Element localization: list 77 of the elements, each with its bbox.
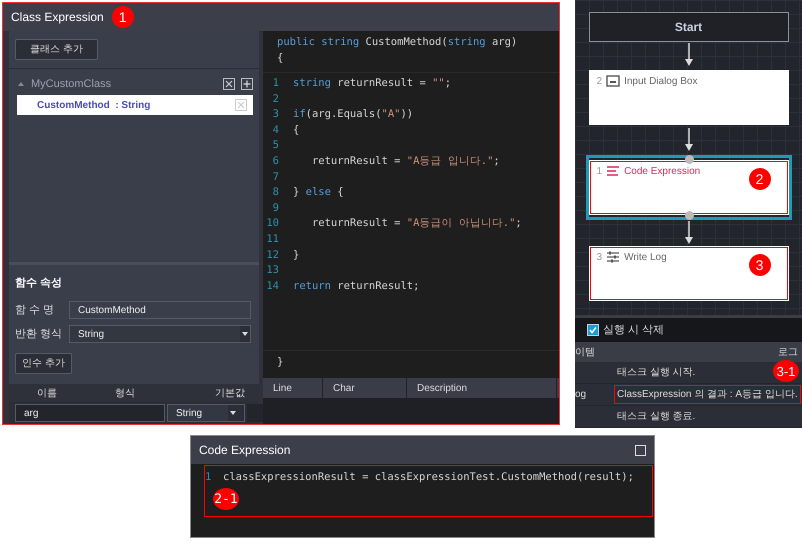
line-number: 4 <box>272 122 280 138</box>
step-marker: 3-1 <box>773 360 799 382</box>
node-label: Input Dialog Box <box>624 75 698 89</box>
add-argument-button[interactable]: 인수 추가 <box>15 353 72 374</box>
line-number: 11 <box>265 232 280 247</box>
step-marker: 3 <box>748 254 770 276</box>
sliders-icon <box>606 250 620 264</box>
code-line: string returnResult = ""; <box>293 76 452 91</box>
add-class-button[interactable]: 클래스 추가 <box>15 39 98 60</box>
code-line: returnResult = "A등급 입니다."; <box>310 154 500 169</box>
window-icon <box>606 74 620 88</box>
collapse-caret-icon[interactable] <box>17 81 25 87</box>
step-number: 2 <box>596 75 602 89</box>
method-row[interactable]: CustomMethod : String <box>17 95 253 115</box>
log-message-cell-text: 태스크 실행 시작. <box>616 366 696 380</box>
line-number: 7 <box>272 170 280 185</box>
step-number: 1 <box>596 165 602 179</box>
return-type-dropdown[interactable]: String <box>69 325 251 343</box>
code-line: if(arg.Equals("A")) <box>293 107 414 122</box>
node-label: Write Log <box>624 251 667 265</box>
connection-dot <box>684 155 694 164</box>
flow-node[interactable]: 2 Input Dialog Box <box>588 70 788 125</box>
log-message-cell: ClassExpression 의 결과 : A등급 입니다. <box>613 384 802 405</box>
maximize-icon[interactable] <box>635 444 646 456</box>
window-title: Code Expression <box>199 442 290 459</box>
class-name: MyCustomClass <box>31 76 112 92</box>
column-header: 기본값 <box>215 386 245 400</box>
code-line: } else { <box>293 185 344 200</box>
step-marker: 2 <box>748 168 770 190</box>
code-line: } <box>293 248 300 263</box>
step-number: 3 <box>596 251 602 265</box>
line-number: 6 <box>272 154 280 169</box>
add-button[interactable] <box>241 78 253 90</box>
line-number: 13 <box>265 263 280 278</box>
log-message-cell-text: 태스크 실행 종료. <box>616 410 696 424</box>
section-title: 함수 속성 <box>15 276 64 290</box>
line-number: 14 <box>265 278 280 294</box>
code-line: public string CustomMethod(string arg) <box>277 35 518 50</box>
line-number: 1 <box>205 470 212 485</box>
column-header: 형식 <box>115 386 135 400</box>
field-label: 반환 형식 <box>15 326 64 342</box>
connector-arrow <box>684 221 694 245</box>
method-name: CustomMethod : String <box>37 98 152 112</box>
line-number: 2 <box>272 92 280 107</box>
lines-icon <box>606 164 620 178</box>
connector-arrow <box>684 43 694 67</box>
step-marker: 1 <box>112 6 134 28</box>
column-header: 이름 <box>37 386 57 400</box>
argument-type-dropdown[interactable]: String <box>167 404 245 422</box>
name-field[interactable]: CustomMethod <box>69 301 251 319</box>
line-number: 9 <box>272 200 280 216</box>
line-number: 10 <box>265 216 280 232</box>
line-number: 8 <box>272 185 280 200</box>
column-header: 이템 <box>575 346 595 360</box>
start-node[interactable]: Start <box>588 12 788 42</box>
code-line: { <box>277 50 284 66</box>
connector-arrow <box>684 128 694 152</box>
code-line: { <box>293 122 300 138</box>
flow-node[interactable]: 3 Write Log 3 <box>588 246 788 301</box>
code-line: returnResult = "A등급이 아닙니다."; <box>310 216 522 232</box>
node-label: Code Expression <box>624 165 700 179</box>
step-marker: 2-1 <box>213 488 239 510</box>
line-number: 12 <box>265 248 280 263</box>
remove-button[interactable] <box>223 78 235 90</box>
column-header: 로그 <box>778 346 798 360</box>
field-label: 함 수 명 <box>15 302 56 318</box>
code-line: classExpressionResult = classExpressionTest.CustomMethod(result); <box>223 470 634 485</box>
checkbox[interactable] <box>587 324 599 336</box>
checkbox-label: 실행 시 삭제 <box>603 322 664 338</box>
line-number: 1 <box>272 76 280 91</box>
line-number: 3 <box>272 107 280 122</box>
line-number: 5 <box>272 138 280 154</box>
code-line: return returnResult; <box>293 278 420 294</box>
table-cell: og <box>575 389 586 400</box>
argument-name-field[interactable]: arg <box>15 404 165 422</box>
window-title: Class Expression <box>11 9 104 26</box>
code-line: } <box>277 355 284 370</box>
